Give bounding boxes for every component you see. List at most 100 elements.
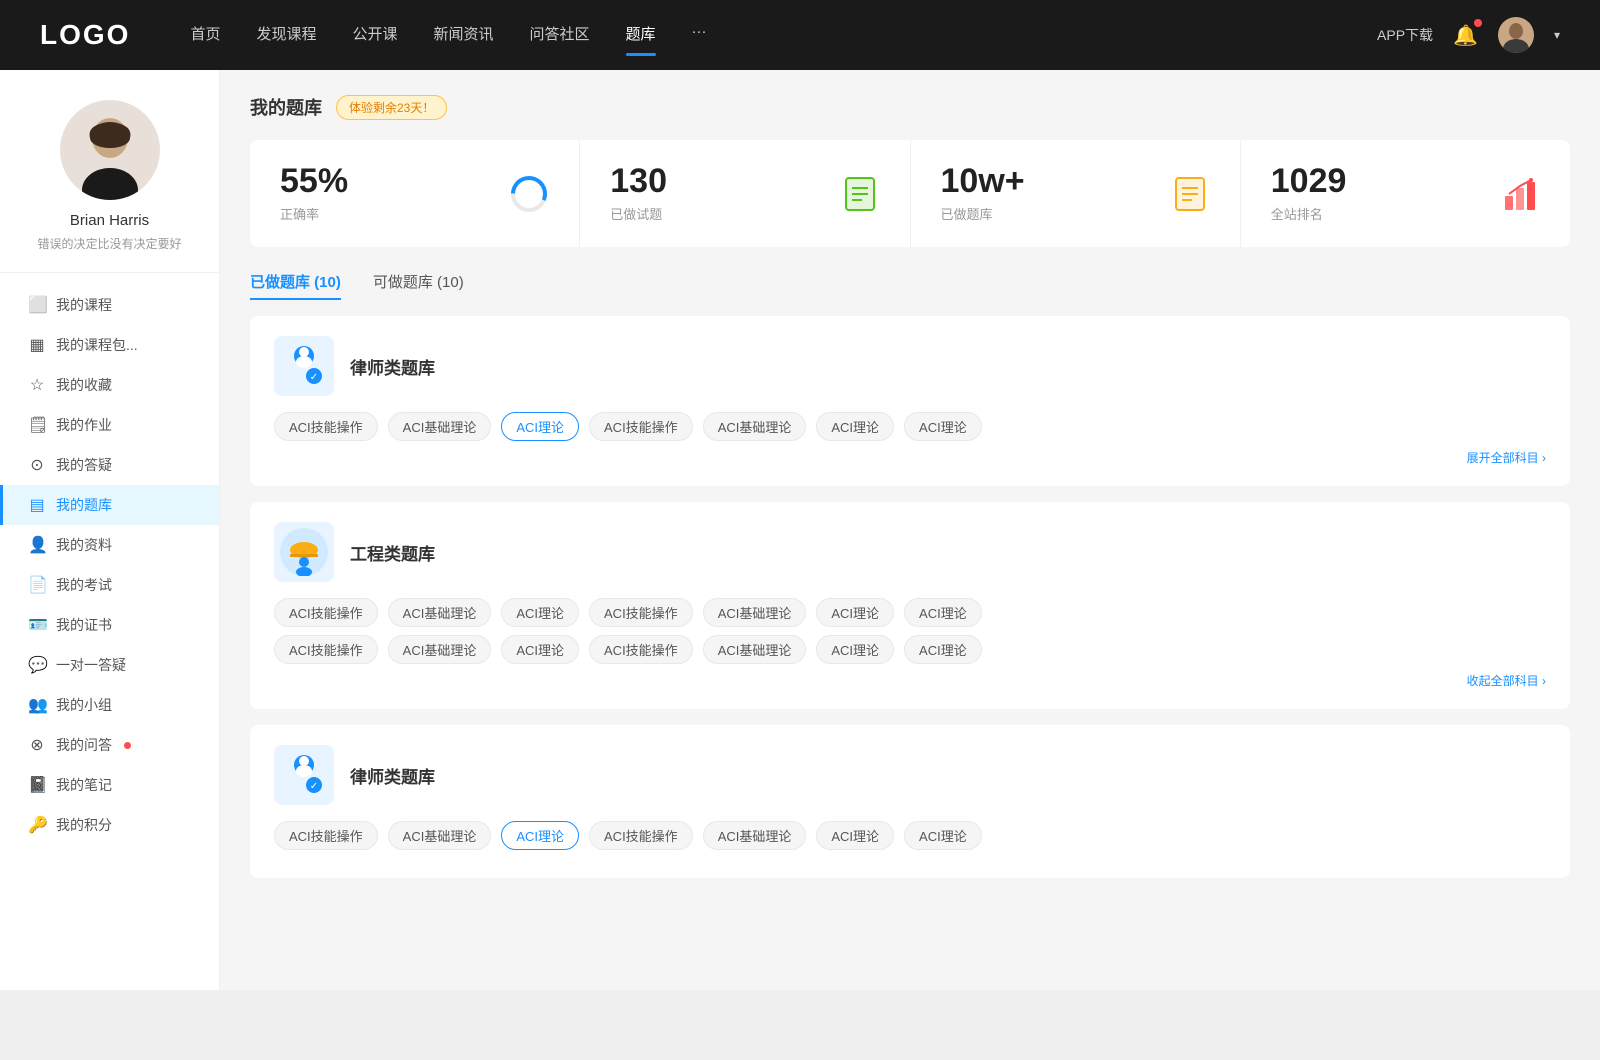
tag-item[interactable]: ACI技能操作 (274, 635, 378, 664)
tag-item[interactable]: ACI技能操作 (274, 821, 378, 850)
tag-item[interactable]: ACI理论 (904, 821, 982, 850)
collapse-all-link[interactable]: 收起全部科目 › (274, 672, 1546, 689)
sidebar-item-notes[interactable]: 📓 我的笔记 (0, 765, 219, 805)
tag-item-active[interactable]: ACI理论 (501, 412, 579, 441)
tag-item[interactable]: ACI理论 (904, 598, 982, 627)
nav-home[interactable]: 首页 (190, 23, 220, 48)
sidebar: Brian Harris 错误的决定比没有决定要好 ⬜ 我的课程 ▦ 我的课程包… (0, 70, 220, 990)
tag-item[interactable]: ACI理论 (816, 598, 894, 627)
done-questions-label: 已做试题 (610, 204, 825, 223)
tag-item[interactable]: ACI基础理论 (388, 635, 492, 664)
qa-notification-dot (124, 742, 131, 749)
nav-question-bank[interactable]: 题库 (626, 23, 656, 48)
my-qa-icon: ⊗ (28, 735, 46, 755)
tag-item[interactable]: ACI基础理论 (703, 598, 807, 627)
tag-item[interactable]: ACI技能操作 (589, 821, 693, 850)
stat-done-banks: 10w+ 已做题库 (911, 140, 1241, 247)
tag-item[interactable]: ACI理论 (501, 598, 579, 627)
tag-item[interactable]: ACI技能操作 (589, 635, 693, 664)
star-icon: ☆ (28, 375, 46, 395)
expand-all-link[interactable]: 展开全部科目 › (274, 449, 1546, 466)
page-title: 我的题库 (250, 94, 322, 120)
sidebar-profile: Brian Harris 错误的决定比没有决定要好 (0, 100, 219, 273)
user-name: Brian Harris (70, 212, 149, 229)
notification-bell-icon[interactable]: 🔔 (1453, 23, 1478, 48)
tag-item[interactable]: ACI理论 (816, 635, 894, 664)
nav-news[interactable]: 新闻资讯 (434, 23, 494, 48)
user-menu-chevron-icon[interactable]: ▾ (1554, 28, 1560, 42)
exam-icon: 📄 (28, 575, 46, 595)
sidebar-item-certificate[interactable]: 🪪 我的证书 (0, 605, 219, 645)
logo[interactable]: LOGO (40, 19, 130, 51)
qbank-engineer-name: 工程类题库 (350, 540, 435, 565)
nav-more[interactable]: ··· (692, 23, 707, 48)
done-banks-value: 10w+ (941, 164, 1156, 198)
tab-done-banks[interactable]: 已做题库 (10) (250, 271, 341, 300)
tag-item[interactable]: ACI基础理论 (703, 821, 807, 850)
tag-item-active[interactable]: ACI理论 (501, 821, 579, 850)
sidebar-item-course-pack[interactable]: ▦ 我的课程包... (0, 325, 219, 365)
tag-item[interactable]: ACI技能操作 (274, 598, 378, 627)
tabs-row: 已做题库 (10) 可做题库 (10) (250, 271, 1570, 300)
tag-item[interactable]: ACI理论 (816, 821, 894, 850)
accuracy-value: 55% (280, 164, 495, 198)
avatar (60, 100, 160, 200)
nav-open-course[interactable]: 公开课 (352, 23, 397, 48)
tag-item[interactable]: ACI基础理论 (388, 821, 492, 850)
tag-item[interactable]: ACI技能操作 (589, 412, 693, 441)
qa-icon: ⊙ (28, 455, 46, 475)
qbank-lawyer-2-icon: ✓ (274, 745, 334, 805)
topnav-right: APP下载 🔔 ▾ (1377, 17, 1560, 53)
rank-label: 全站排名 (1271, 204, 1486, 223)
points-icon: 🔑 (28, 815, 46, 835)
qbank-card-lawyer-2: ✓ 律师类题库 ACI技能操作 ACI基础理论 ACI理论 ACI技能操作 AC… (250, 725, 1570, 878)
tag-item[interactable]: ACI基础理论 (703, 412, 807, 441)
tag-item[interactable]: ACI基础理论 (388, 598, 492, 627)
accuracy-label: 正确率 (280, 204, 495, 223)
sidebar-item-collection[interactable]: ☆ 我的收藏 (0, 365, 219, 405)
done-questions-value: 130 (610, 164, 825, 198)
nav-discover[interactable]: 发现课程 (256, 23, 316, 48)
notification-badge (1474, 19, 1482, 27)
sidebar-item-exam[interactable]: 📄 我的考试 (0, 565, 219, 605)
qbank-engineer-tags-row2: ACI技能操作 ACI基础理论 ACI理论 ACI技能操作 ACI基础理论 AC… (274, 635, 1546, 664)
tag-item[interactable]: ACI理论 (904, 412, 982, 441)
tag-item[interactable]: ACI理论 (904, 635, 982, 664)
question-bank-icon: ▤ (28, 495, 46, 515)
topnav: LOGO 首页 发现课程 公开课 新闻资讯 问答社区 题库 ··· APP下载 … (0, 0, 1600, 70)
qbank-engineer-tags-row1: ACI技能操作 ACI基础理论 ACI理论 ACI技能操作 ACI基础理论 AC… (274, 598, 1546, 627)
app-download-button[interactable]: APP下载 (1377, 25, 1433, 45)
sidebar-item-homework[interactable]: 🗒 我的作业 (0, 405, 219, 445)
done-questions-icon (840, 174, 880, 214)
sidebar-item-qa[interactable]: ⊙ 我的答疑 (0, 445, 219, 485)
data-icon: 👤 (28, 535, 46, 555)
tag-item[interactable]: ACI基础理论 (388, 412, 492, 441)
sidebar-item-points[interactable]: 🔑 我的积分 (0, 805, 219, 845)
tag-item[interactable]: ACI技能操作 (274, 412, 378, 441)
svg-text:✓: ✓ (310, 372, 318, 383)
qbank-lawyer-2-name: 律师类题库 (350, 763, 435, 788)
course-icon: ⬜ (28, 295, 46, 315)
sidebar-item-one-on-one[interactable]: 💬 一对一答疑 (0, 645, 219, 685)
tag-item[interactable]: ACI理论 (501, 635, 579, 664)
trial-badge: 体验剩余23天！ (336, 95, 447, 120)
tag-item[interactable]: ACI理论 (816, 412, 894, 441)
tab-available-banks[interactable]: 可做题库 (10) (373, 271, 464, 300)
sidebar-item-data[interactable]: 👤 我的资料 (0, 525, 219, 565)
sidebar-item-course[interactable]: ⬜ 我的课程 (0, 285, 219, 325)
sidebar-item-my-qa[interactable]: ⊗ 我的问答 (0, 725, 219, 765)
nav-qa[interactable]: 问答社区 (530, 23, 590, 48)
done-banks-icon (1170, 174, 1210, 214)
tag-item[interactable]: ACI技能操作 (589, 598, 693, 627)
qbank-card-engineer: 工程类题库 ACI技能操作 ACI基础理论 ACI理论 ACI技能操作 ACI基… (250, 502, 1570, 709)
sidebar-item-group[interactable]: 👥 我的小组 (0, 685, 219, 725)
homework-icon: 🗒 (28, 415, 46, 435)
tag-item[interactable]: ACI基础理论 (703, 635, 807, 664)
qbank-card-lawyer-1: ✓ 律师类题库 ACI技能操作 ACI基础理论 ACI理论 ACI技能操作 AC… (250, 316, 1570, 486)
page-header: 我的题库 体验剩余23天！ (250, 94, 1570, 120)
sidebar-item-question-bank[interactable]: ▤ 我的题库 (0, 485, 219, 525)
qbank-lawyer-icon: ✓ (274, 336, 334, 396)
avatar[interactable] (1498, 17, 1534, 53)
accuracy-icon (509, 174, 549, 214)
stat-done-questions: 130 已做试题 (580, 140, 910, 247)
